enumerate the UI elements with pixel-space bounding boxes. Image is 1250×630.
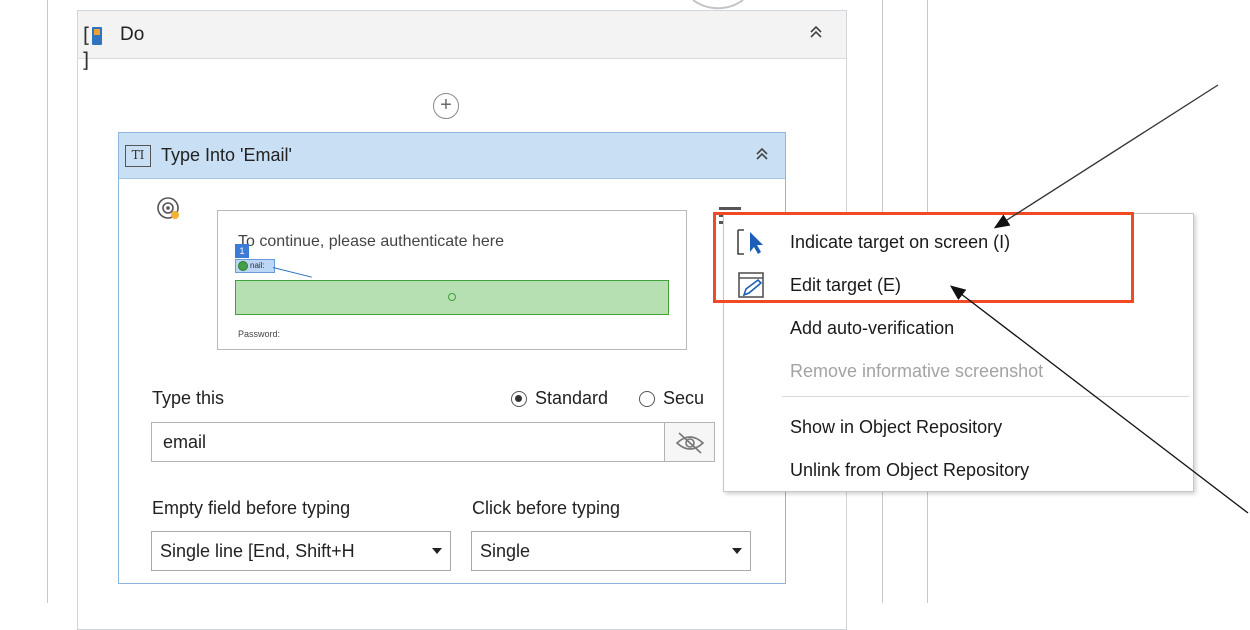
menu-item-add-auto-verification[interactable]: Add auto-verification bbox=[724, 308, 1193, 348]
preview-password-label: Password: bbox=[238, 329, 281, 339]
add-activity-plus-icon[interactable]: + bbox=[433, 93, 459, 119]
target-preview-screenshot: To continue, please authenticate here 1 … bbox=[217, 210, 687, 350]
radio-standard-label: Standard bbox=[535, 388, 609, 408]
empty-field-select[interactable]: Single line [End, Shift+H bbox=[151, 531, 451, 571]
click-before-select[interactable]: Single bbox=[471, 531, 751, 571]
menu-item-show-in-repository[interactable]: Show in Object Repository bbox=[724, 407, 1193, 447]
do-collapse-icon[interactable] bbox=[805, 23, 827, 45]
menu-separator bbox=[782, 396, 1189, 397]
type-this-input[interactable]: email bbox=[151, 422, 665, 462]
menu-item-indicate-target[interactable]: Indicate target on screen (I) bbox=[724, 222, 1193, 262]
target-context-menu: Indicate target on screen (I) Edit targe… bbox=[723, 213, 1194, 492]
panel-divider-left bbox=[47, 0, 48, 603]
type-into-icon: TI bbox=[125, 145, 151, 167]
radio-secure[interactable] bbox=[639, 391, 655, 407]
radio-secure-label: Secu bbox=[663, 388, 705, 408]
preview-caption: To continue, please authenticate here bbox=[238, 233, 504, 250]
sequence-icon: [] bbox=[80, 23, 112, 72]
menu-item-remove-screenshot: Remove informative screenshot bbox=[790, 361, 1044, 381]
partial-circle-decoration bbox=[692, 0, 744, 10]
eye-slash-icon[interactable] bbox=[665, 422, 715, 462]
edit-pencil-icon bbox=[734, 270, 768, 300]
radio-standard[interactable] bbox=[511, 391, 527, 407]
chevron-down-icon bbox=[432, 548, 442, 554]
activity-title: Type Into 'Email' bbox=[161, 145, 292, 165]
do-header[interactable]: [] Do bbox=[78, 11, 846, 72]
do-title: Do bbox=[120, 24, 145, 45]
cursor-indicate-icon bbox=[734, 227, 768, 257]
type-this-label: Type this bbox=[152, 388, 225, 408]
empty-field-label: Empty field before typing bbox=[152, 498, 351, 518]
chevron-down-icon bbox=[732, 548, 742, 554]
menu-item-edit-target[interactable]: Edit target (E) bbox=[724, 265, 1193, 305]
preview-email-tag: nail: bbox=[235, 259, 275, 273]
activity-collapse-icon[interactable] bbox=[751, 145, 773, 167]
activity-header[interactable]: TI Type Into 'Email' bbox=[119, 133, 785, 179]
preview-anchor-icon: 1 bbox=[235, 244, 249, 258]
target-icon[interactable] bbox=[156, 196, 182, 222]
preview-target-field bbox=[235, 280, 669, 315]
type-into-activity: TI Type Into 'Email' To continue, please… bbox=[118, 132, 786, 584]
click-before-label: Click before typing bbox=[472, 498, 621, 518]
preview-target-dot bbox=[448, 293, 456, 301]
preview-anchor-line bbox=[272, 267, 312, 278]
annotation-arrow-top bbox=[993, 84, 1219, 229]
menu-item-unlink-repository[interactable]: Unlink from Object Repository bbox=[724, 450, 1193, 490]
